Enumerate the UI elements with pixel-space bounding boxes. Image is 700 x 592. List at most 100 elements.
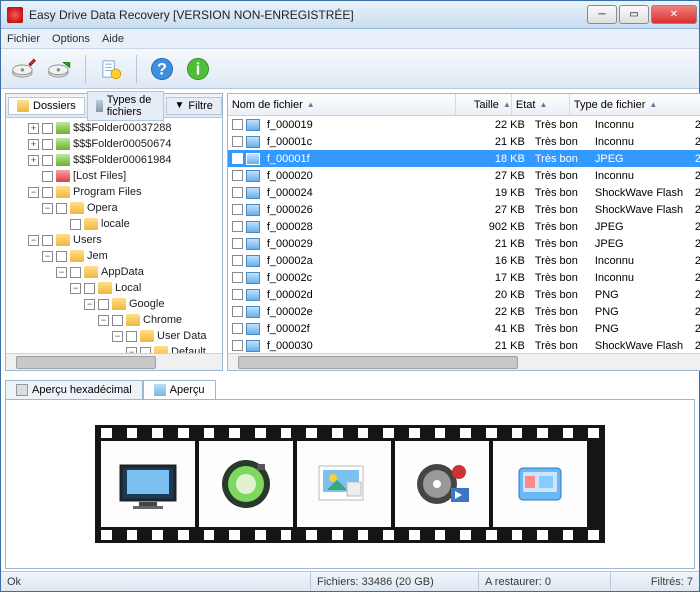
- tree-checkbox[interactable]: [70, 267, 81, 278]
- expand-toggle[interactable]: +: [28, 123, 39, 134]
- expand-toggle[interactable]: −: [56, 267, 67, 278]
- expand-toggle[interactable]: −: [42, 203, 53, 214]
- tree-checkbox[interactable]: [42, 123, 53, 134]
- expand-toggle[interactable]: +: [28, 139, 39, 150]
- tree-checkbox[interactable]: [56, 203, 67, 214]
- thumbnail[interactable]: [493, 441, 587, 527]
- row-checkbox[interactable]: [232, 238, 243, 249]
- table-row[interactable]: f_00002027 KBTrès bonInconnu2: [228, 167, 700, 184]
- tree-item[interactable]: −AppData: [10, 264, 220, 280]
- file-list[interactable]: f_00001922 KBTrès bonInconnu2f_00001c21 …: [228, 116, 700, 353]
- tree-item[interactable]: +$$$Folder00061984: [10, 152, 220, 168]
- menu-options[interactable]: Options: [52, 33, 90, 45]
- row-checkbox[interactable]: [232, 340, 243, 351]
- tree-item[interactable]: [Lost Files]: [10, 168, 220, 184]
- tree-item[interactable]: +$$$Folder00050674: [10, 136, 220, 152]
- row-checkbox[interactable]: [232, 170, 243, 181]
- drive-recover-button[interactable]: [45, 54, 75, 84]
- table-row[interactable]: f_00002f41 KBTrès bonPNG2: [228, 320, 700, 337]
- tree-checkbox[interactable]: [42, 187, 53, 198]
- thumbnail[interactable]: [297, 441, 391, 527]
- thumbnail[interactable]: [199, 441, 293, 527]
- col-size[interactable]: Taille▲: [456, 94, 512, 115]
- menu-file[interactable]: Fichier: [7, 33, 40, 45]
- tree-item[interactable]: −Chrome: [10, 312, 220, 328]
- tree-item[interactable]: −User Data: [10, 328, 220, 344]
- thumbnail[interactable]: [101, 441, 195, 527]
- tree-item[interactable]: −Program Files: [10, 184, 220, 200]
- tree-item[interactable]: −Local: [10, 280, 220, 296]
- tree-checkbox[interactable]: [42, 171, 53, 182]
- tab-dossiers[interactable]: Dossiers: [8, 97, 85, 115]
- row-checkbox[interactable]: [232, 221, 243, 232]
- row-checkbox[interactable]: [232, 119, 243, 130]
- row-checkbox[interactable]: [232, 136, 243, 147]
- minimize-button[interactable]: ─: [587, 5, 617, 24]
- table-row[interactable]: f_00002a16 KBTrès bonInconnu2: [228, 252, 700, 269]
- tree-item[interactable]: +$$$Folder00037288: [10, 120, 220, 136]
- table-row[interactable]: f_00001c21 KBTrès bonInconnu2: [228, 133, 700, 150]
- expand-toggle[interactable]: −: [70, 283, 81, 294]
- close-button[interactable]: ✕: [651, 5, 697, 24]
- tab-types[interactable]: Types de fichiers: [87, 91, 164, 121]
- row-checkbox[interactable]: [232, 323, 243, 334]
- row-checkbox[interactable]: [232, 289, 243, 300]
- tree-checkbox[interactable]: [84, 283, 95, 294]
- help-button[interactable]: ?: [147, 54, 177, 84]
- col-type[interactable]: Type de fichier▲: [570, 94, 700, 115]
- row-checkbox[interactable]: [232, 306, 243, 317]
- table-row[interactable]: f_00001922 KBTrès bonInconnu2: [228, 116, 700, 133]
- tab-filtre[interactable]: ▼Filtre: [166, 97, 222, 115]
- expand-toggle[interactable]: −: [42, 251, 53, 262]
- table-row[interactable]: f_000028902 KBTrès bonJPEG2: [228, 218, 700, 235]
- expand-toggle[interactable]: +: [28, 155, 39, 166]
- table-row[interactable]: f_00002c17 KBTrès bonInconnu2: [228, 269, 700, 286]
- tree-item[interactable]: −Opera: [10, 200, 220, 216]
- tree-checkbox[interactable]: [98, 299, 109, 310]
- expand-toggle[interactable]: −: [28, 187, 39, 198]
- tree-item[interactable]: −Google: [10, 296, 220, 312]
- tree-checkbox[interactable]: [42, 235, 53, 246]
- tree-hscroll[interactable]: [6, 353, 222, 370]
- row-checkbox[interactable]: [232, 255, 243, 266]
- table-row[interactable]: f_00002921 KBTrès bonJPEG2: [228, 235, 700, 252]
- tree-item[interactable]: locale: [10, 216, 220, 232]
- sprocket-hole: [383, 428, 394, 438]
- titlebar[interactable]: Easy Drive Data Recovery [VERSION NON-EN…: [1, 1, 699, 29]
- row-checkbox[interactable]: [232, 153, 243, 164]
- table-row[interactable]: f_00002d20 KBTrès bonPNG2: [228, 286, 700, 303]
- tab-preview[interactable]: Aperçu: [143, 380, 216, 399]
- menu-help[interactable]: Aide: [102, 33, 124, 45]
- col-state[interactable]: Etat▲: [512, 94, 570, 115]
- row-checkbox[interactable]: [232, 204, 243, 215]
- list-hscroll[interactable]: [228, 353, 700, 370]
- row-checkbox[interactable]: [232, 187, 243, 198]
- table-row[interactable]: f_00002e22 KBTrès bonPNG2: [228, 303, 700, 320]
- thumbnail[interactable]: [395, 441, 489, 527]
- table-row[interactable]: f_00001f18 KBTrès bonJPEG2: [228, 150, 700, 167]
- tree-checkbox[interactable]: [56, 251, 67, 262]
- tree-checkbox[interactable]: [70, 219, 81, 230]
- maximize-button[interactable]: ▭: [619, 5, 649, 24]
- table-row[interactable]: f_00002419 KBTrès bonShockWave Flash2: [228, 184, 700, 201]
- table-row[interactable]: f_00002627 KBTrès bonShockWave Flash2: [228, 201, 700, 218]
- drive-scan-button[interactable]: [9, 54, 39, 84]
- tree-item[interactable]: −Users: [10, 232, 220, 248]
- settings-button[interactable]: [96, 54, 126, 84]
- expand-toggle[interactable]: −: [28, 235, 39, 246]
- expand-toggle[interactable]: −: [112, 331, 123, 342]
- tree-checkbox[interactable]: [42, 155, 53, 166]
- tree-item[interactable]: −Default: [10, 344, 220, 353]
- expand-toggle[interactable]: −: [84, 299, 95, 310]
- row-checkbox[interactable]: [232, 272, 243, 283]
- info-button[interactable]: i: [183, 54, 213, 84]
- expand-toggle[interactable]: −: [98, 315, 109, 326]
- tree-checkbox[interactable]: [112, 315, 123, 326]
- tree-checkbox[interactable]: [42, 139, 53, 150]
- tree-item[interactable]: −Jem: [10, 248, 220, 264]
- table-row[interactable]: f_00003021 KBTrès bonShockWave Flash2: [228, 337, 700, 353]
- folder-tree[interactable]: +$$$Folder00037288+$$$Folder00050674+$$$…: [6, 118, 222, 353]
- col-name[interactable]: Nom de fichier▲: [228, 94, 456, 115]
- tree-checkbox[interactable]: [126, 331, 137, 342]
- tab-hex-preview[interactable]: Aperçu hexadécimal: [5, 380, 143, 399]
